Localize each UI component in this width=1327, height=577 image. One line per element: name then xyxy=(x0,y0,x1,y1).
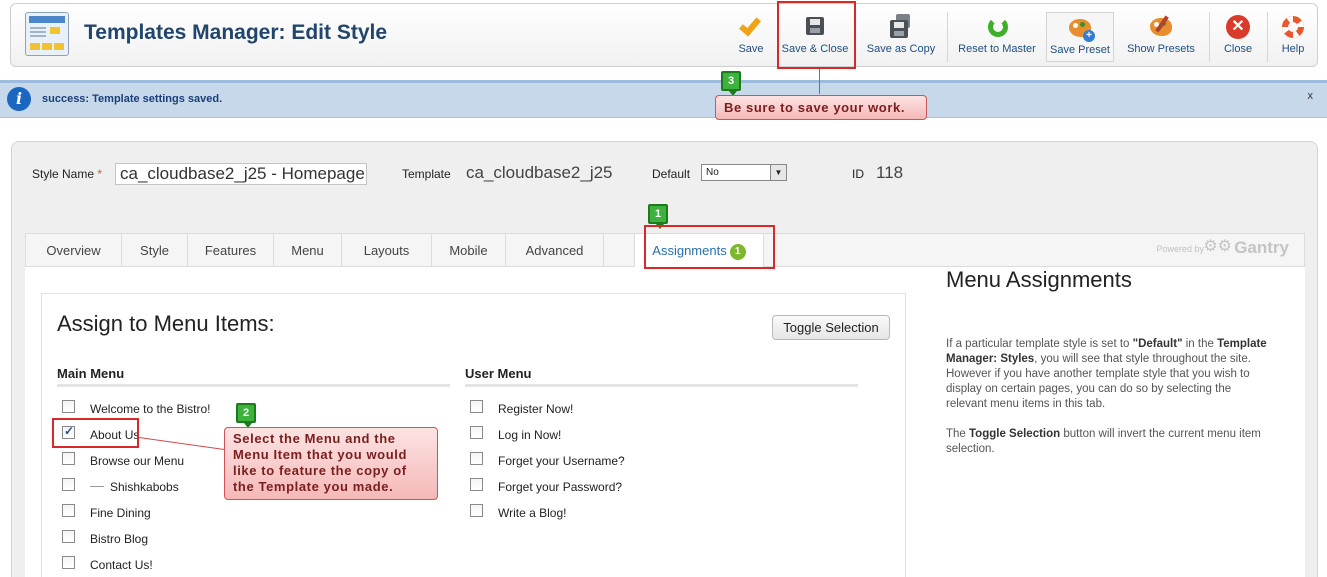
callout-save-note: Be sure to save your work. xyxy=(715,95,927,120)
copy-disk-icon xyxy=(888,14,914,40)
menu-item-checkbox[interactable] xyxy=(470,504,483,517)
system-message-bar: i success: Template settings saved. x xyxy=(0,80,1327,118)
callout-connector xyxy=(819,69,820,94)
main-menu-heading: Main Menu xyxy=(57,366,125,381)
tab-layouts[interactable]: Layouts xyxy=(342,234,432,267)
close-icon: ✕ xyxy=(1225,14,1251,40)
callout-highlight-assignments-tab xyxy=(644,225,775,269)
tab-overview[interactable]: Overview xyxy=(26,234,122,267)
default-label: Default xyxy=(652,167,691,181)
refresh-icon xyxy=(984,14,1010,40)
menu-item-label: Write a Blog! xyxy=(498,506,567,520)
tab-features[interactable]: Features xyxy=(188,234,274,267)
lifebuoy-icon xyxy=(1280,14,1306,40)
save-button[interactable]: Save xyxy=(731,12,771,62)
menu-item-checkbox[interactable] xyxy=(470,452,483,465)
menu-item-label: Forget your Username? xyxy=(498,454,625,468)
reset-to-master-button[interactable]: Reset to Master xyxy=(954,12,1040,62)
help-button[interactable]: Help xyxy=(1274,12,1312,62)
menu-item-checkbox[interactable] xyxy=(62,556,75,569)
menu-item-checkbox[interactable] xyxy=(62,452,75,465)
menu-assignments-help: If a particular template style is set to… xyxy=(946,338,1267,455)
toolbar: Templates Manager: Edit Style Save Save … xyxy=(10,3,1318,67)
template-label: Template xyxy=(402,167,451,181)
indent-dash xyxy=(90,486,104,487)
toolbar-separator xyxy=(1209,12,1210,62)
toolbar-separator xyxy=(947,12,948,62)
chevron-down-icon: ▼ xyxy=(770,165,786,180)
divider xyxy=(57,384,450,387)
toolbar-separator xyxy=(1267,12,1268,62)
save-as-copy-button[interactable]: Save as Copy xyxy=(862,12,940,62)
assign-menu-items-box: Assign to Menu Items: Toggle Selection M… xyxy=(41,293,906,577)
powered-by-label: Powered by xyxy=(1156,244,1204,254)
tab-advanced[interactable]: Advanced xyxy=(506,234,604,267)
id-value: 118 xyxy=(876,163,904,182)
menu-item-checkbox[interactable] xyxy=(470,400,483,413)
gears-icon: ⚙⚙ xyxy=(1203,238,1232,255)
show-presets-button[interactable]: Show Presets xyxy=(1123,12,1199,62)
assign-title: Assign to Menu Items: xyxy=(57,311,275,336)
menu-assignments-heading: Menu Assignments xyxy=(946,267,1132,292)
success-message: success: Template settings saved. xyxy=(42,93,223,105)
default-select[interactable]: No ▼ xyxy=(701,164,787,181)
menu-item-checkbox[interactable] xyxy=(62,504,75,517)
menu-item-label: Contact Us! xyxy=(90,558,153,572)
page-root: Templates Manager: Edit Style Save Save … xyxy=(0,0,1327,577)
required-marker: * xyxy=(97,167,103,181)
template-value: ca_cloudbase2_j25 xyxy=(466,163,613,182)
user-menu-heading: User Menu xyxy=(465,366,532,381)
menu-item-label: Fine Dining xyxy=(90,506,151,520)
info-icon: i xyxy=(7,87,31,111)
callout-badge-1: 1 xyxy=(648,204,668,229)
templates-manager-logo-icon xyxy=(25,12,69,56)
menu-item-checkbox[interactable] xyxy=(62,530,75,543)
menu-item-checkbox[interactable] xyxy=(470,426,483,439)
gantry-logo: Gantry xyxy=(1234,238,1289,257)
tab-menu[interactable]: Menu xyxy=(274,234,342,267)
menu-item-label: Forget your Password? xyxy=(498,480,623,494)
menu-item-label: Register Now! xyxy=(498,402,574,416)
tab-mobile[interactable]: Mobile xyxy=(432,234,506,267)
check-icon xyxy=(738,13,764,40)
style-name-label: Style Name * xyxy=(32,167,103,181)
toggle-selection-button[interactable]: Toggle Selection xyxy=(772,315,890,340)
callout-badge-3: 3 xyxy=(721,71,741,96)
divider xyxy=(465,384,858,387)
callout-highlight-about-us xyxy=(52,418,139,448)
menu-item-label: Shishkabobs xyxy=(90,480,179,494)
menu-item-label: Welcome to the Bistro! xyxy=(90,402,211,416)
save-preset-button[interactable]: + Save Preset xyxy=(1046,12,1114,62)
palette-brush-icon xyxy=(1148,14,1174,40)
callout-select-note: Select the Menu and the Menu Item that y… xyxy=(224,427,438,500)
menu-item-checkbox[interactable] xyxy=(62,400,75,413)
menu-item-checkbox[interactable] xyxy=(62,478,75,491)
page-title: Templates Manager: Edit Style xyxy=(84,21,388,44)
callout-badge-2: 2 xyxy=(236,403,256,428)
palette-add-icon: + xyxy=(1067,15,1095,42)
dismiss-message-button[interactable]: x xyxy=(1308,90,1314,102)
close-button[interactable]: ✕ Close xyxy=(1216,12,1260,62)
tab-style[interactable]: Style xyxy=(122,234,188,267)
menu-item-label: Browse our Menu xyxy=(90,454,185,468)
id-label: ID xyxy=(852,167,864,181)
callout-highlight-save-close xyxy=(777,1,856,69)
style-name-input[interactable]: ca_cloudbase2_j25 - Homepage xyxy=(115,163,367,185)
menu-item-label: Log in Now! xyxy=(498,428,562,442)
menu-item-checkbox[interactable] xyxy=(470,478,483,491)
menu-item-label: Bistro Blog xyxy=(90,532,149,546)
